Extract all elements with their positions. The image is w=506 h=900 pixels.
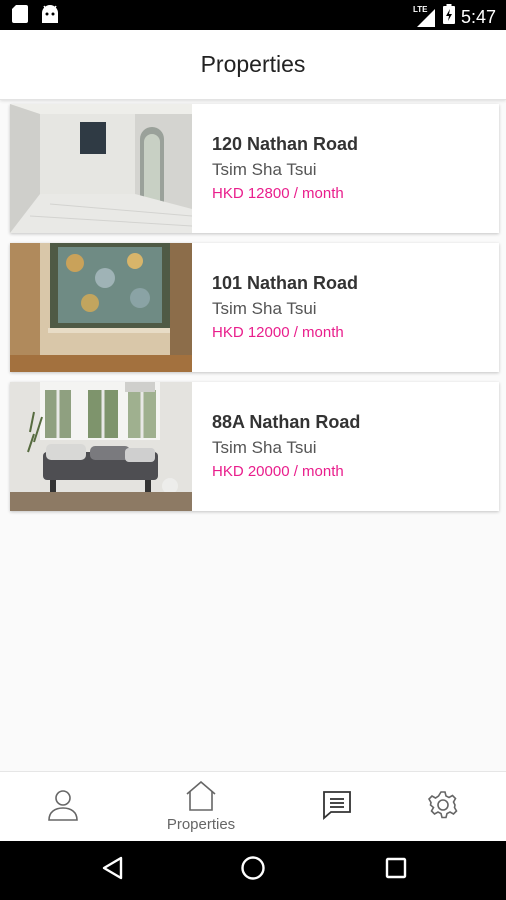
gear-icon: [428, 790, 458, 825]
home-circle-icon: [240, 855, 266, 886]
living-room-photo: [10, 382, 192, 511]
property-card[interactable]: 88A Nathan Road Tsim Sha Tsui HKD 20000 …: [10, 382, 499, 511]
home-button[interactable]: [223, 841, 283, 900]
status-time: 5:47: [460, 6, 496, 27]
property-price: HKD 20000 / month: [212, 463, 344, 480]
empty-room-photo: [10, 104, 192, 233]
property-address: 101 Nathan Road: [212, 273, 359, 293]
recents-square-icon: [385, 857, 407, 884]
chat-icon: [322, 790, 352, 825]
property-price: HKD 12000 / month: [212, 324, 344, 341]
property-address: 120 Nathan Road: [212, 134, 359, 154]
battery-icon: [442, 4, 455, 29]
status-bar: LTE 5:47: [0, 0, 506, 30]
property-area: Tsim Sha Tsui: [212, 299, 317, 318]
signal-icon: LTE: [413, 5, 437, 27]
recents-button[interactable]: [366, 841, 426, 900]
home-icon: [185, 780, 217, 816]
back-button[interactable]: [82, 841, 142, 900]
nav-profile[interactable]: [33, 772, 93, 842]
property-card[interactable]: 120 Nathan Road Tsim Sha Tsui HKD 12800 …: [10, 104, 499, 233]
nav-settings[interactable]: [413, 772, 473, 842]
back-triangle-icon: [101, 856, 123, 885]
curtain-room-photo: [10, 243, 192, 372]
property-address: 88A Nathan Road: [212, 412, 361, 432]
nav-properties[interactable]: Properties: [151, 772, 251, 842]
sd-card-icon: [12, 5, 28, 28]
property-price: HKD 12800 / month: [212, 185, 344, 202]
app-header: Properties: [0, 30, 506, 100]
page-title: Properties: [200, 51, 306, 77]
nav-properties-label: Properties: [166, 816, 236, 833]
android-icon: [40, 5, 60, 28]
user-icon: [48, 789, 78, 826]
nav-messages[interactable]: [307, 772, 367, 842]
property-area: Tsim Sha Tsui: [212, 438, 317, 457]
bottom-nav: Properties: [0, 771, 506, 841]
system-nav-bar: [0, 841, 506, 900]
property-area: Tsim Sha Tsui: [212, 160, 317, 179]
property-card[interactable]: 101 Nathan Road Tsim Sha Tsui HKD 12000 …: [10, 243, 499, 372]
